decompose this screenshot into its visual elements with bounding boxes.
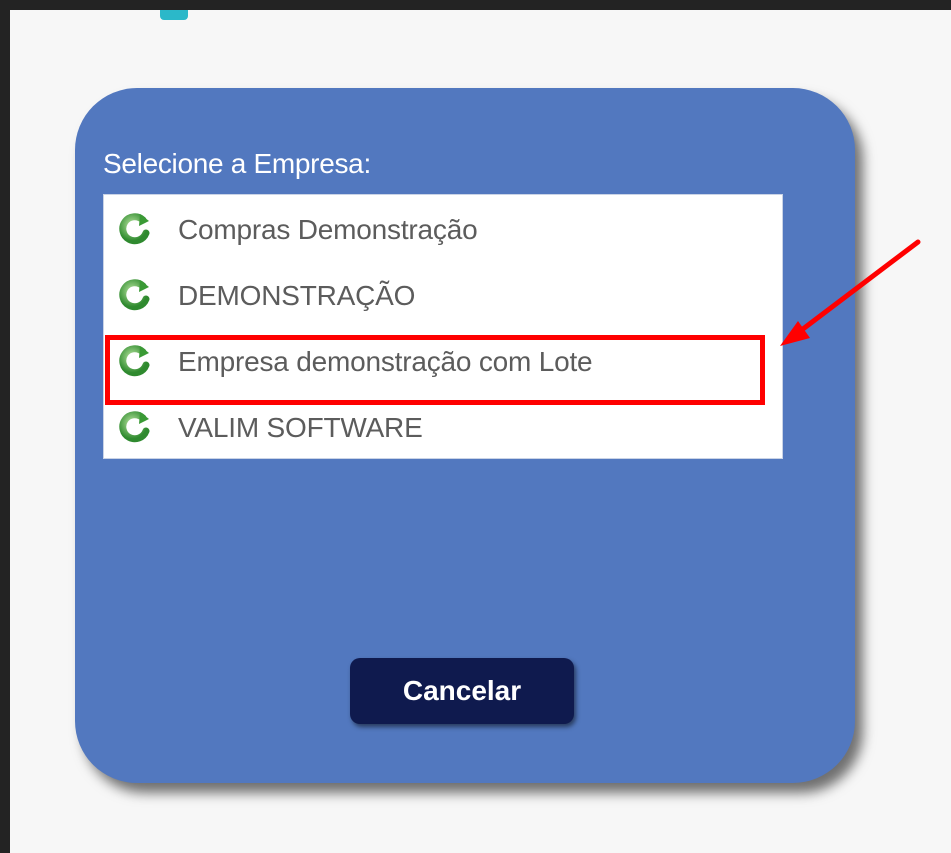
page-frame: Selecione a Empresa: Compras Demonstraçã… — [10, 10, 951, 853]
company-item-valim-software[interactable]: VALIM SOFTWARE — [104, 395, 782, 461]
refresh-icon — [119, 345, 150, 377]
cancel-button[interactable]: Cancelar — [350, 658, 574, 724]
refresh-icon — [119, 279, 150, 311]
company-label: VALIM SOFTWARE — [178, 412, 423, 443]
top-accent-mark — [160, 10, 188, 20]
dialog-title: Selecione a Empresa: — [103, 148, 371, 179]
company-label: DEMONSTRAÇÃO — [178, 280, 416, 311]
company-label: Compras Demonstração — [178, 214, 478, 245]
company-list: Compras Demonstração DEMONSTRAÇÃO Empres… — [103, 194, 783, 459]
refresh-icon — [119, 213, 150, 245]
company-label: Empresa demonstração com Lote — [178, 346, 593, 377]
company-select-dialog: Selecione a Empresa: Compras Demonstraçã… — [75, 88, 855, 783]
company-item-compras-demonstracao[interactable]: Compras Demonstração — [104, 197, 782, 263]
company-item-demonstracao[interactable]: DEMONSTRAÇÃO — [104, 263, 782, 329]
company-item-empresa-demonstracao-com-lote[interactable]: Empresa demonstração com Lote — [104, 329, 782, 395]
refresh-icon — [119, 411, 150, 443]
